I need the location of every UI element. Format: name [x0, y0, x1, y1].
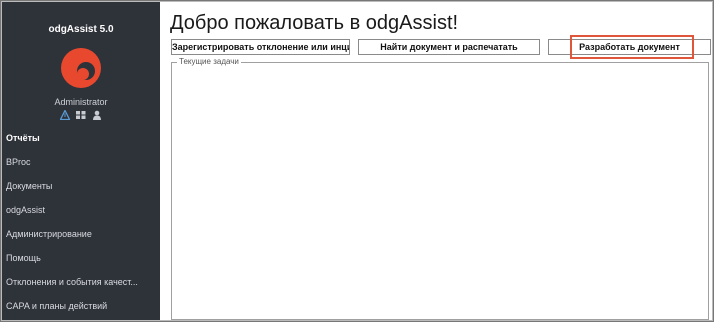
sidebar-item-reports[interactable]: Отчёты — [2, 126, 160, 150]
app-title: odgAssist 5.0 — [48, 24, 114, 35]
sidebar-menu: Отчёты BProc Документы odgAssist Админис… — [2, 126, 160, 318]
find-print-document-button[interactable]: Найти документ и распечатать — [358, 39, 540, 55]
page-title: Добро пожаловать в odgAssist! — [170, 12, 459, 34]
grid-icon[interactable] — [76, 107, 86, 125]
sidebar-item-capa[interactable]: CAPA и планы действий — [2, 294, 160, 318]
sidebar: odgAssist 5.0 Administrator Отчёты BProc… — [2, 2, 160, 320]
current-tasks-legend: Текущие задачи — [177, 57, 241, 66]
current-tasks-panel: Текущие задачи — [171, 57, 709, 320]
app-logo — [61, 48, 101, 88]
develop-document-button[interactable]: Разработать документ — [548, 39, 711, 55]
sidebar-item-help[interactable]: Помощь — [2, 246, 160, 270]
sidebar-item-documents[interactable]: Документы — [2, 174, 160, 198]
person-icon[interactable] — [92, 107, 102, 125]
warning-icon[interactable] — [59, 107, 71, 125]
username: Administrator — [54, 97, 108, 107]
user-icons — [59, 107, 102, 125]
sidebar-item-bproc[interactable]: BProc — [2, 150, 160, 174]
main-content: Добро пожаловать в odgAssist! Зарегистри… — [160, 2, 712, 320]
register-deviation-button[interactable]: Зарегистрировать отклонение или инцидент — [171, 39, 350, 55]
sidebar-item-deviations[interactable]: Отклонения и события качест... — [2, 270, 160, 294]
sidebar-item-odgassist[interactable]: odgAssist — [2, 198, 160, 222]
sidebar-item-administration[interactable]: Администрирование — [2, 222, 160, 246]
